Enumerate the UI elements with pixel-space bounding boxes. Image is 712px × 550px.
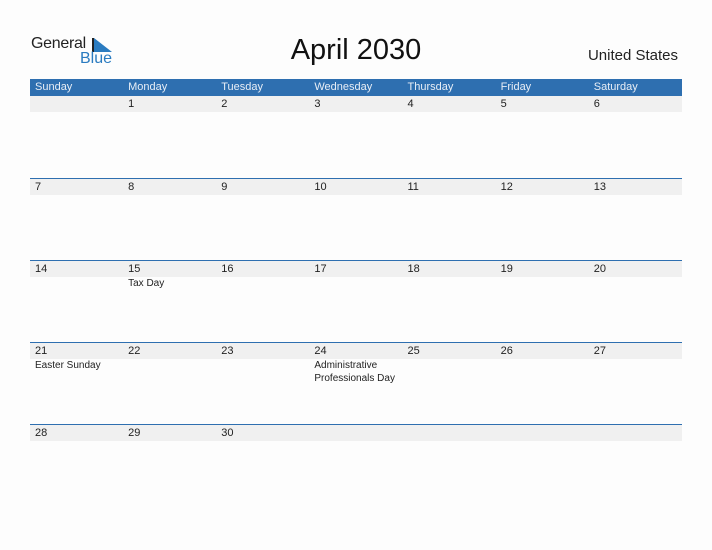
day-cell: 3 <box>309 96 402 112</box>
day-cell: 14 <box>30 261 123 290</box>
day-cell: 17 <box>309 261 402 290</box>
day-number: 8 <box>128 181 135 193</box>
weeks-container: 1 2 3 4 5 6 7 8 9 10 11 12 13 14 15 Tax Day 16 17 18 19 20 21… <box>30 96 682 506</box>
week-row: 14 15 Tax Day 16 17 18 19 20 <box>30 260 682 342</box>
week-cells: 21 Easter Sunday 22 23 24 Administrative Prof… <box>30 343 682 385</box>
day-number <box>314 425 402 441</box>
day-cell: 10 <box>309 179 402 195</box>
day-cell: 29 <box>123 425 216 441</box>
country-label: United States <box>587 47 678 64</box>
day-cell: 27 <box>589 343 682 385</box>
weekday-monday: Monday <box>128 81 168 93</box>
day-number <box>408 425 496 441</box>
day-cell <box>403 425 496 441</box>
day-number: 26 <box>500 345 513 357</box>
day-number: 13 <box>593 181 606 193</box>
day-cell: 30 <box>216 425 309 441</box>
day-cell: 5 <box>496 96 589 112</box>
holiday-label: Tax Day <box>128 278 165 289</box>
day-number: 3 <box>314 98 321 110</box>
day-number <box>501 425 589 441</box>
week-row: 1 2 3 4 5 6 <box>30 96 682 178</box>
day-cell: 21 Easter Sunday <box>30 343 123 385</box>
weekday-wednesday: Wednesday <box>314 81 373 93</box>
day-number: 10 <box>314 181 327 193</box>
weekday-header: Sunday Monday Tuesday Wednesday Thursday… <box>30 79 682 96</box>
day-cell: 22 <box>123 343 216 385</box>
day-number: 1 <box>128 98 135 110</box>
day-number: 9 <box>221 181 228 193</box>
day-number: 6 <box>593 98 600 110</box>
day-cell: 7 <box>30 179 123 195</box>
day-cell: 11 <box>403 179 496 195</box>
day-cell: 4 <box>403 96 496 112</box>
day-cell: 23 <box>216 343 309 385</box>
day-cell: 28 <box>30 425 123 441</box>
week-row: 7 8 9 10 11 12 13 <box>30 178 682 260</box>
day-cell: 12 <box>496 179 589 195</box>
day-number: 28 <box>35 427 48 439</box>
day-number: 22 <box>128 345 141 357</box>
day-cell: 9 <box>216 179 309 195</box>
weekday-thursday: Thursday <box>407 81 454 93</box>
week-row: 28 29 30 <box>30 424 682 506</box>
day-cell: 13 <box>589 179 682 195</box>
day-number: 19 <box>500 263 513 275</box>
day-number: 24 <box>314 345 327 357</box>
day-number: 14 <box>35 263 48 275</box>
week-cells: 28 29 30 <box>30 425 682 441</box>
day-number: 23 <box>221 345 234 357</box>
weekday-sunday: Sunday <box>35 81 73 93</box>
day-number <box>35 96 123 112</box>
day-cell: 24 Administrative Professionals Day <box>309 343 402 385</box>
day-number: 27 <box>593 345 606 357</box>
day-cell <box>589 425 682 441</box>
calendar-grid: Sunday Monday Tuesday Wednesday Thursday… <box>30 79 682 506</box>
day-number: 5 <box>500 98 507 110</box>
day-cell: 20 <box>589 261 682 290</box>
day-cell: 6 <box>589 96 682 112</box>
day-cell: 16 <box>216 261 309 290</box>
day-number: 29 <box>128 427 141 439</box>
day-number: 20 <box>593 263 606 275</box>
day-cell <box>30 96 123 112</box>
weekday-tuesday: Tuesday <box>221 81 264 93</box>
holiday-label: Easter Sunday <box>35 360 101 371</box>
day-number: 17 <box>314 263 327 275</box>
day-cell: 25 <box>403 343 496 385</box>
week-row: 21 Easter Sunday 22 23 24 Administrative Prof… <box>30 342 682 424</box>
day-number: 18 <box>407 263 420 275</box>
day-number: 15 <box>128 263 141 275</box>
day-cell: 1 <box>123 96 216 112</box>
day-cell <box>309 425 402 441</box>
week-cells: 7 8 9 10 11 12 13 <box>30 179 682 195</box>
day-number: 2 <box>221 98 228 110</box>
weekday-saturday: Saturday <box>593 81 638 93</box>
day-cell: 8 <box>123 179 216 195</box>
day-number: 4 <box>407 98 414 110</box>
day-number: 11 <box>407 181 419 193</box>
day-number: 21 <box>35 345 48 357</box>
week-cells: 14 15 Tax Day 16 17 18 19 20 <box>30 261 682 290</box>
holiday-label: Administrative Professionals Day <box>314 360 395 384</box>
day-number: 16 <box>221 263 234 275</box>
day-number: 7 <box>35 181 42 193</box>
day-cell: 26 <box>496 343 589 385</box>
day-cell: 18 <box>403 261 496 290</box>
week-cells: 1 2 3 4 5 6 <box>30 96 682 112</box>
day-cell <box>496 425 589 441</box>
day-number: 25 <box>407 345 420 357</box>
day-number <box>594 425 682 441</box>
day-cell: 19 <box>496 261 589 290</box>
weekday-friday: Friday <box>500 81 532 93</box>
day-cell: 15 Tax Day <box>123 261 216 290</box>
day-cell: 2 <box>216 96 309 112</box>
day-number: 12 <box>500 181 513 193</box>
day-number: 30 <box>221 427 234 439</box>
